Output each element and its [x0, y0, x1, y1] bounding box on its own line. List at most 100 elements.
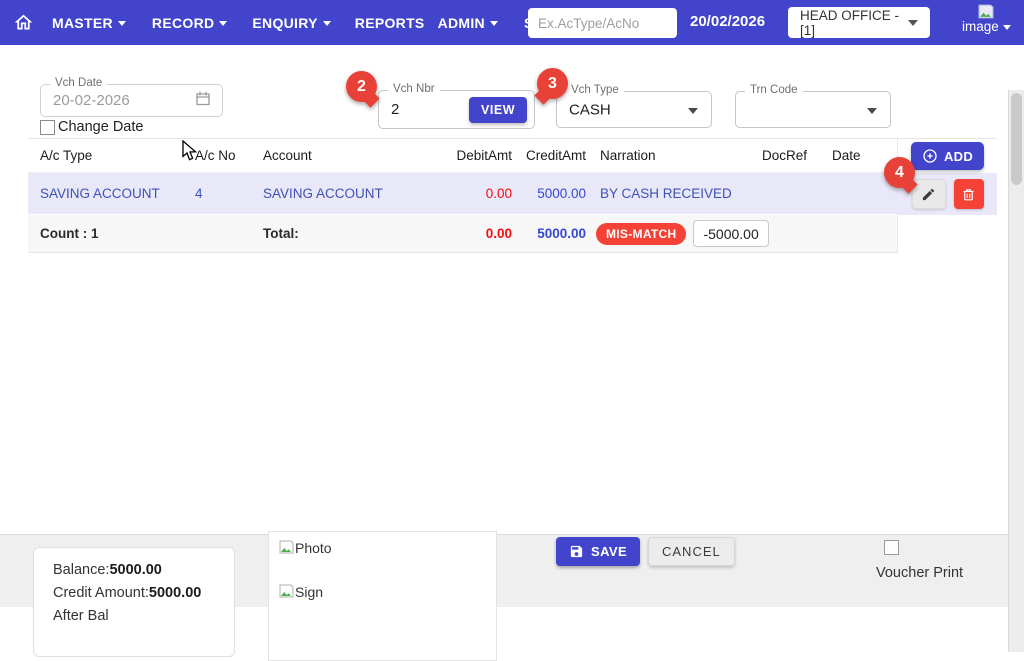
trn-code-select[interactable]: Trn Code	[735, 91, 891, 128]
voucher-print-checkbox[interactable]	[884, 540, 899, 555]
col-header-ac-no: A/c No	[195, 148, 263, 163]
vch-date-input[interactable]	[53, 85, 180, 116]
footer-bar: Balance:5000.00 Credit Amount:5000.00 Af…	[0, 534, 1024, 607]
nav-item-label: ADMIN	[438, 15, 485, 31]
vertical-scrollbar	[1008, 90, 1024, 652]
col-header-narration: Narration	[586, 148, 762, 163]
nav-item-label: REPORTS	[355, 15, 425, 31]
nav-item-enquiry[interactable]: ENQUIRY	[252, 15, 330, 31]
total-label: Total:	[263, 226, 440, 241]
nav-item-label: RECORD	[152, 15, 214, 31]
broken-image-icon	[978, 4, 994, 19]
change-date-checkbox[interactable]	[40, 120, 55, 135]
voucher-table-main: A/c Type A/c No Account DebitAmt CreditA…	[28, 138, 897, 253]
balance-summary-card: Balance:5000.00 Credit Amount:5000.00 Af…	[33, 547, 235, 657]
table-row: SAVING ACCOUNT 4 SAVING ACCOUNT 0.00 500…	[28, 173, 897, 215]
sign-alt-text: Sign	[295, 584, 323, 600]
chevron-down-icon	[490, 21, 498, 26]
chevron-down-icon	[1003, 25, 1011, 30]
voucher-print-label: Voucher Print	[876, 565, 963, 581]
voucher-table: A/c Type A/c No Account DebitAmt CreditA…	[28, 138, 997, 253]
broken-image-icon	[279, 584, 294, 598]
nav-item-master[interactable]: MASTER	[52, 15, 126, 31]
search-input[interactable]	[528, 8, 677, 38]
vch-date-field[interactable]: Vch Date	[40, 84, 223, 117]
col-header-ac-type: A/c Type	[40, 148, 195, 163]
navbar: MASTER RECORD ENQUIRY REPORTS ADMIN SHAR…	[0, 0, 1024, 45]
mismatch-badge: MIS-MATCH	[596, 223, 686, 245]
chevron-down-icon	[118, 21, 126, 26]
search-box	[528, 8, 677, 38]
cell-credit: 5000.00	[512, 186, 586, 201]
user-menu[interactable]: image	[962, 4, 1011, 34]
photo-alt-text: Photo	[295, 540, 332, 556]
nav-item-label: MASTER	[52, 15, 113, 31]
credit-amount-value: 5000.00	[149, 585, 201, 601]
callout-number: 3	[548, 75, 557, 93]
col-header-docref: DocRef	[762, 148, 832, 163]
current-date: 20/02/2026	[690, 13, 765, 30]
change-date-label: Change Date	[58, 119, 143, 135]
table-header-row: A/c Type A/c No Account DebitAmt CreditA…	[28, 139, 897, 173]
add-button[interactable]: ADD	[911, 142, 984, 170]
photo-placeholder: Photo	[279, 540, 486, 556]
col-header-debitamt: DebitAmt	[440, 148, 512, 163]
table-action-column: ADD	[897, 138, 997, 253]
save-button[interactable]: SAVE	[556, 537, 640, 566]
cancel-button[interactable]: CANCEL	[648, 537, 735, 566]
cell-account: SAVING ACCOUNT	[263, 186, 440, 201]
trn-code-label: Trn Code	[745, 84, 803, 96]
vch-nbr-field: Vch Nbr VIEW	[378, 90, 535, 129]
total-debit: 0.00	[440, 226, 512, 241]
chevron-down-icon	[219, 21, 227, 26]
cell-ac-type: SAVING ACCOUNT	[40, 186, 195, 201]
chevron-down-icon	[688, 108, 698, 114]
chevron-down-icon	[867, 108, 877, 114]
pencil-icon	[921, 187, 936, 202]
main-content: Vch Date Change Date 2 Vch Nbr VIEW 3 Vc…	[0, 45, 1024, 607]
nav-item-admin[interactable]: ADMIN	[438, 15, 498, 31]
cell-ac-no: 4	[195, 186, 263, 201]
scrollbar-thumb[interactable]	[1011, 93, 1022, 185]
callout-step-3: 3	[537, 68, 568, 99]
save-button-label: SAVE	[591, 544, 627, 559]
callout-step-4: 4	[884, 157, 915, 188]
callout-step-2: 2	[346, 71, 377, 102]
nav-item-reports[interactable]: REPORTS	[355, 15, 425, 31]
add-button-label: ADD	[944, 149, 973, 164]
nav-item-record[interactable]: RECORD	[152, 15, 227, 31]
credit-amount-label: Credit Amount:	[53, 585, 149, 601]
total-count: Count : 1	[40, 226, 195, 241]
branch-select-value: HEAD OFFICE -[1]	[800, 8, 908, 38]
vch-type-select[interactable]: Vch Type CASH	[556, 91, 712, 128]
vch-nbr-input[interactable]	[391, 91, 476, 128]
broken-image-icon	[279, 540, 294, 554]
col-header-account: Account	[263, 148, 440, 163]
callout-number: 2	[357, 78, 366, 96]
total-credit: 5000.00	[512, 226, 586, 241]
callout-number: 4	[895, 164, 904, 182]
table-total-row: Count : 1 Total: 0.00 5000.00 MIS-MATCH	[28, 215, 897, 253]
change-date-option: Change Date	[40, 119, 143, 135]
plus-circle-icon	[922, 148, 938, 164]
col-header-date: Date	[832, 148, 897, 163]
cell-narration: BY CASH RECEIVED	[586, 186, 762, 201]
branch-select[interactable]: HEAD OFFICE -[1]	[788, 7, 930, 38]
after-balance-label: After Bal	[53, 608, 109, 624]
vch-type-label: Vch Type	[566, 84, 624, 96]
chevron-down-icon	[908, 20, 918, 26]
vch-type-value: CASH	[569, 101, 611, 118]
balance-label: Balance:	[53, 562, 109, 578]
cell-debit: 0.00	[440, 186, 512, 201]
photo-sign-card: Photo Sign	[268, 531, 497, 661]
trash-icon	[961, 187, 976, 202]
balance-value: 5000.00	[109, 562, 161, 578]
difference-input[interactable]	[693, 220, 769, 247]
delete-button[interactable]	[954, 179, 984, 209]
save-icon	[569, 544, 584, 559]
calendar-icon[interactable]	[194, 89, 212, 112]
view-button[interactable]: VIEW	[469, 97, 527, 123]
col-header-creditamt: CreditAmt	[512, 148, 586, 163]
user-menu-label: image	[962, 19, 999, 34]
home-icon[interactable]	[10, 10, 36, 36]
